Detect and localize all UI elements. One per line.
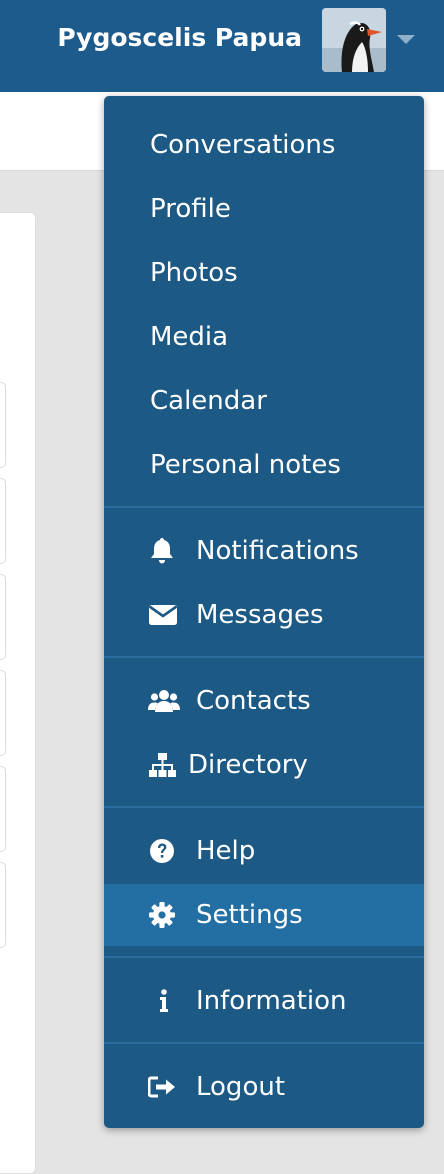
caret-down-icon[interactable] — [397, 35, 415, 44]
menu-item-photos[interactable]: Photos — [104, 242, 424, 304]
menu-item-notifications[interactable]: Notifications — [104, 520, 424, 582]
menu-item-label: Calendar — [150, 386, 267, 416]
content-row — [0, 382, 6, 468]
envelope-icon — [148, 601, 180, 629]
menu-item-label: Contacts — [196, 686, 311, 716]
content-row — [0, 766, 6, 852]
menu-item-label: Help — [196, 836, 256, 866]
menu-item-media[interactable]: Media — [104, 306, 424, 368]
menu-item-label: Profile — [150, 194, 231, 224]
info-icon — [148, 987, 180, 1015]
menu-item-label: Directory — [188, 750, 308, 780]
menu-item-information[interactable]: Information — [104, 970, 424, 1032]
menu-item-conversations[interactable]: Conversations — [104, 114, 424, 176]
menu-item-messages[interactable]: Messages — [104, 584, 424, 646]
menu-item-settings[interactable]: Settings — [104, 884, 424, 946]
content-row — [0, 478, 6, 564]
content-row — [0, 862, 6, 948]
sign-out-icon — [148, 1073, 180, 1101]
user-avatar[interactable] — [322, 8, 386, 72]
menu-item-personal-notes[interactable]: Personal notes — [104, 434, 424, 496]
menu-item-label: Information — [196, 986, 347, 1016]
menu-item-calendar[interactable]: Calendar — [104, 370, 424, 432]
menu-item-contacts[interactable]: Contacts — [104, 670, 424, 732]
menu-item-label: Logout — [196, 1072, 286, 1102]
content-row — [0, 670, 6, 756]
menu-divider — [104, 656, 424, 658]
sitemap-icon — [148, 751, 180, 779]
user-name[interactable]: Pygoscelis Papua — [57, 22, 302, 54]
question-circle-icon — [148, 837, 180, 865]
menu-item-label: Photos — [150, 258, 238, 288]
menu-item-label: Conversations — [150, 130, 336, 160]
user-dropdown-menu: Conversations Profile Photos Media Calen… — [104, 96, 424, 1128]
menu-divider — [104, 1042, 424, 1044]
menu-item-logout[interactable]: Logout — [104, 1056, 424, 1118]
cog-icon — [148, 901, 180, 929]
bell-icon — [148, 537, 180, 565]
menu-item-label: Personal notes — [150, 450, 341, 480]
menu-item-label: Settings — [196, 900, 303, 930]
menu-item-label: Media — [150, 322, 229, 352]
menu-item-label: Notifications — [196, 536, 359, 566]
content-row — [0, 574, 6, 660]
menu-item-directory[interactable]: Directory — [104, 734, 424, 796]
menu-item-profile[interactable]: Profile — [104, 178, 424, 240]
menu-item-help[interactable]: Help — [104, 820, 424, 882]
users-icon — [148, 687, 180, 715]
top-navbar: Pygoscelis Papua — [0, 0, 444, 92]
menu-item-label: Messages — [196, 600, 324, 630]
menu-divider — [104, 506, 424, 508]
menu-divider — [104, 956, 424, 958]
menu-divider — [104, 806, 424, 808]
